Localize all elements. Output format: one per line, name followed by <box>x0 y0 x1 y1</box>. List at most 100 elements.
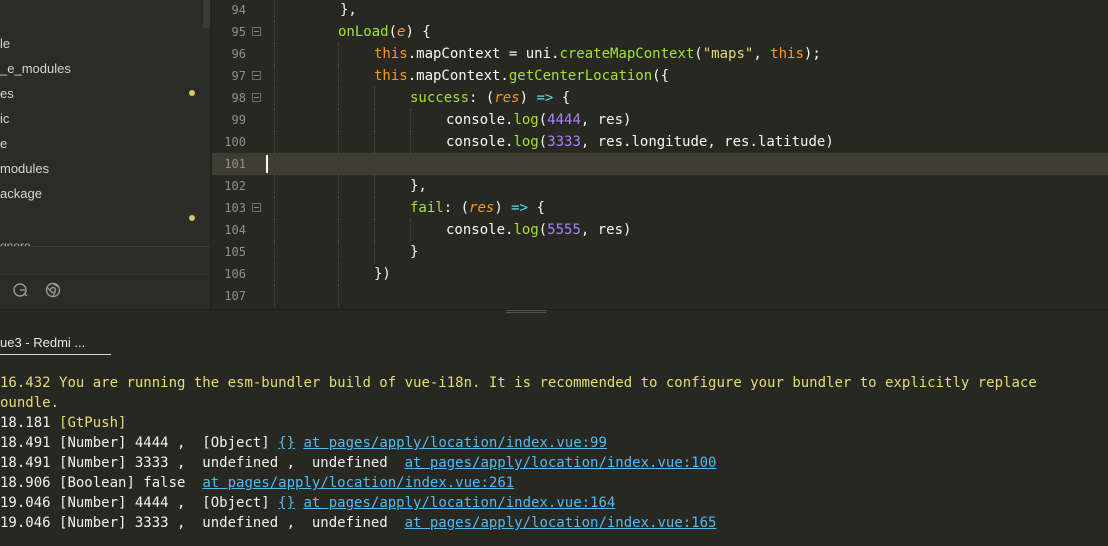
code-text: }, <box>410 175 427 197</box>
sidebar-item[interactable]: _e_modules <box>0 56 203 81</box>
sidebar-item[interactable]: ackage <box>0 181 203 206</box>
code-editor[interactable]: 94 }, 95 onLoad(e) { 96 this.mapContext … <box>212 0 1108 309</box>
indent-guide <box>274 241 275 263</box>
sidebar-item[interactable] <box>0 206 203 231</box>
indent-guide <box>374 241 375 263</box>
code-token: success <box>410 90 470 106</box>
code-line[interactable]: 103 fail: (res) => { <box>212 197 1108 219</box>
console-log-line: 18.491 [Number] 3333 , undefined , undef… <box>0 453 716 473</box>
sidebar-item-label: e <box>0 136 8 151</box>
code-line[interactable]: 106 }) <box>212 263 1108 285</box>
indent-guide <box>374 175 375 197</box>
console-log-line: 16.432 You are running the esm-bundler b… <box>0 373 1037 393</box>
code-text: fail: (res) => { <box>410 200 545 216</box>
indent-guide <box>274 87 275 109</box>
sidebar-item[interactable]: modules <box>0 156 203 181</box>
indent-guide <box>274 263 275 285</box>
indent-guide <box>274 285 275 307</box>
code-line[interactable]: 99 console.log(4444, res) <box>212 109 1108 131</box>
log-text: [Number] 3333 , undefined , undefined <box>59 515 405 531</box>
code-text: onLoad(e) { <box>338 24 431 40</box>
code-token: 5555 <box>547 222 581 238</box>
log-time: 18.906 <box>0 475 51 491</box>
fold-toggle-icon[interactable] <box>252 203 261 212</box>
code-line[interactable]: 100 console.log(3333, res.longitude, res… <box>212 131 1108 153</box>
code-line[interactable]: 96 this.mapContext = uni.createMapContex… <box>212 43 1108 65</box>
browser-icon[interactable] <box>44 281 62 299</box>
object-expand-link[interactable]: {} <box>278 495 295 511</box>
code-token: "maps" <box>702 46 754 62</box>
code-token: .mapContext = uni. <box>407 46 560 62</box>
indent-guide <box>274 109 275 131</box>
code-token: fail <box>410 200 444 216</box>
source-link[interactable]: at pages/apply/location/index.vue:165 <box>405 515 717 531</box>
code-token: log <box>513 112 539 128</box>
code-line[interactable]: 95 onLoad(e) { <box>212 21 1108 43</box>
sidebar-item[interactable]: e <box>0 131 203 156</box>
code-line[interactable]: 94 }, <box>212 0 1108 21</box>
indent-guide <box>338 285 339 307</box>
source-link[interactable]: at pages/apply/location/index.vue:100 <box>405 455 717 471</box>
code-token: createMapContext <box>559 46 695 62</box>
indent-guide <box>338 131 339 153</box>
console-panel: ue3 - Redmi ... 16.432 You are running t… <box>0 313 1108 546</box>
source-link[interactable]: at pages/apply/location/index.vue:164 <box>303 495 615 511</box>
console-log-line: 18.906 [Boolean] false at pages/apply/lo… <box>0 473 514 493</box>
code-token: , res) <box>580 112 632 128</box>
source-link[interactable]: at pages/apply/location/index.vue:261 <box>202 475 514 491</box>
sidebar-separator <box>0 274 210 275</box>
indent-guide <box>338 43 339 65</box>
console-tab[interactable]: ue3 - Redmi ... <box>0 331 111 355</box>
fold-toggle-icon[interactable] <box>252 93 261 102</box>
indent-guide <box>274 43 275 65</box>
code-line[interactable]: 98 success: (res) => { <box>212 87 1108 109</box>
indent-guide <box>338 197 339 219</box>
sidebar-item[interactable]: ic <box>0 106 203 131</box>
code-line[interactable]: 107 <box>212 285 1108 307</box>
code-line[interactable]: 104 console.log(5555, res) <box>212 219 1108 241</box>
code-token: .mapContext. <box>407 68 509 84</box>
code-token: getCenterLocation <box>508 68 653 84</box>
text-cursor <box>266 155 268 173</box>
refresh-icon[interactable] <box>11 281 29 299</box>
line-number: 104 <box>224 223 246 237</box>
log-text: [Number] 4444 , [Object] <box>59 495 279 511</box>
code-line-active[interactable]: 101 <box>212 153 1108 175</box>
line-number: 99 <box>231 113 246 127</box>
code-token: this <box>770 46 804 62</box>
sidebar-item-label: _e_modules <box>0 61 71 76</box>
source-link[interactable]: at pages/apply/location/index.vue:99 <box>303 435 606 451</box>
indent-guide <box>274 65 275 87</box>
line-number: 98 <box>231 91 246 105</box>
fold-toggle-icon[interactable] <box>252 71 261 80</box>
indent-guide <box>274 219 275 241</box>
line-number: 105 <box>224 245 246 259</box>
indent-guide <box>410 109 411 131</box>
log-time: 19.046 <box>0 495 51 511</box>
indent-guide <box>338 263 339 285</box>
line-number: 102 <box>224 179 246 193</box>
sidebar-item-label: modules <box>0 161 50 176</box>
sidebar-item[interactable]: le <box>0 31 203 56</box>
indent-guide <box>274 0 275 21</box>
code-token: console. <box>446 134 514 150</box>
modified-dot-icon <box>189 90 195 96</box>
sidebar-item-label: ackage <box>0 186 42 201</box>
code-line[interactable]: 105 } <box>212 241 1108 263</box>
indent-guide <box>274 175 275 197</box>
sidebar-scrollbar[interactable] <box>203 0 210 28</box>
code-text: console.log(5555, res) <box>446 222 632 238</box>
console-log-line: 19.046 [Number] 4444 , [Object] {} at pa… <box>0 493 615 513</box>
code-line[interactable]: 102 }, <box>212 175 1108 197</box>
log-time: 18.181 <box>0 415 51 431</box>
sidebar-item-label: es <box>0 86 14 101</box>
code-line[interactable]: 97 this.mapContext.getCenterLocation({ <box>212 65 1108 87</box>
fold-toggle-icon[interactable] <box>252 27 261 36</box>
indent-guide <box>338 109 339 131</box>
line-number: 106 <box>224 267 246 281</box>
sidebar-item-label: ic <box>0 111 10 126</box>
indent-guide <box>374 87 375 109</box>
sidebar-item[interactable]: es <box>0 81 203 106</box>
object-expand-link[interactable]: {} <box>278 435 295 451</box>
code-token: } <box>410 244 419 260</box>
